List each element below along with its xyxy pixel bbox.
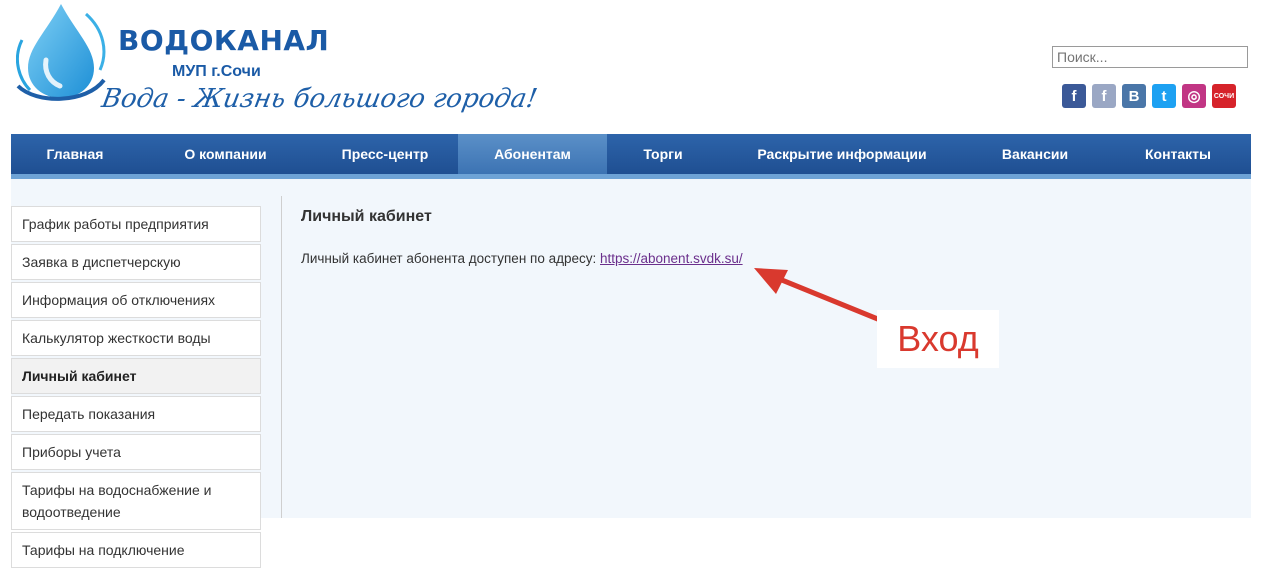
vk-icon[interactable]: B xyxy=(1122,84,1146,108)
water-drop-logo-icon xyxy=(16,4,106,101)
sidebar-item-outages[interactable]: Информация об отключениях xyxy=(11,282,261,318)
account-link[interactable]: https://abonent.svdk.su/ xyxy=(600,251,743,266)
instagram-icon[interactable]: ◎ xyxy=(1182,84,1206,108)
nav-item-vacancies[interactable]: Вакансии xyxy=(965,134,1105,174)
sidebar-item-submit-readings[interactable]: Передать показания xyxy=(11,396,261,432)
sidebar-item-water-tariffs[interactable]: Тарифы на водоснабжение и водоотведение xyxy=(11,472,261,530)
nav-item-disclosure[interactable]: Раскрытие информации xyxy=(719,134,965,174)
sidebar-item-meters[interactable]: Приборы учета xyxy=(11,434,261,470)
sidebar-item-personal-account[interactable]: Личный кабинет xyxy=(11,358,261,394)
account-info-text: Личный кабинет абонента доступен по адре… xyxy=(301,251,600,266)
account-info: Личный кабинет абонента доступен по адре… xyxy=(301,251,743,266)
main-nav: Главная О компании Пресс-центр Абонентам… xyxy=(11,134,1251,174)
login-callout: Вход xyxy=(877,310,999,368)
brand-slogan: Вода - Жизнь большого города! xyxy=(99,84,540,114)
nav-item-tenders[interactable]: Торги xyxy=(607,134,719,174)
search-input[interactable] xyxy=(1052,46,1248,68)
sidebar-item-connection-tariffs[interactable]: Тарифы на подключение xyxy=(11,532,261,568)
nav-item-home[interactable]: Главная xyxy=(11,134,139,174)
facebook-alt-icon[interactable]: f xyxy=(1092,84,1116,108)
nav-item-subscribers[interactable]: Абонентам xyxy=(458,134,607,174)
brand-subtitle: МУП г.Сочи xyxy=(172,63,261,80)
nav-item-contacts[interactable]: Контакты xyxy=(1105,134,1251,174)
content-divider xyxy=(281,196,282,518)
nav-item-about[interactable]: О компании xyxy=(139,134,312,174)
facebook-icon[interactable]: f xyxy=(1062,84,1086,108)
nav-item-press[interactable]: Пресс-центр xyxy=(312,134,458,174)
twitter-icon[interactable]: t xyxy=(1152,84,1176,108)
sidebar: График работы предприятия Заявка в диспе… xyxy=(11,206,261,570)
social-links: f f B t ◎ СОЧИ xyxy=(1062,84,1236,110)
sidebar-item-schedule[interactable]: График работы предприятия xyxy=(11,206,261,242)
sidebar-item-dispatch-request[interactable]: Заявка в диспетчерскую xyxy=(11,244,261,280)
sochi-logo-icon[interactable]: СОЧИ xyxy=(1212,84,1236,108)
sidebar-item-hardness-calculator[interactable]: Калькулятор жесткости воды xyxy=(11,320,261,356)
brand-title: ВОДОКАНАЛ xyxy=(118,24,330,57)
page-title: Личный кабинет xyxy=(301,208,432,225)
